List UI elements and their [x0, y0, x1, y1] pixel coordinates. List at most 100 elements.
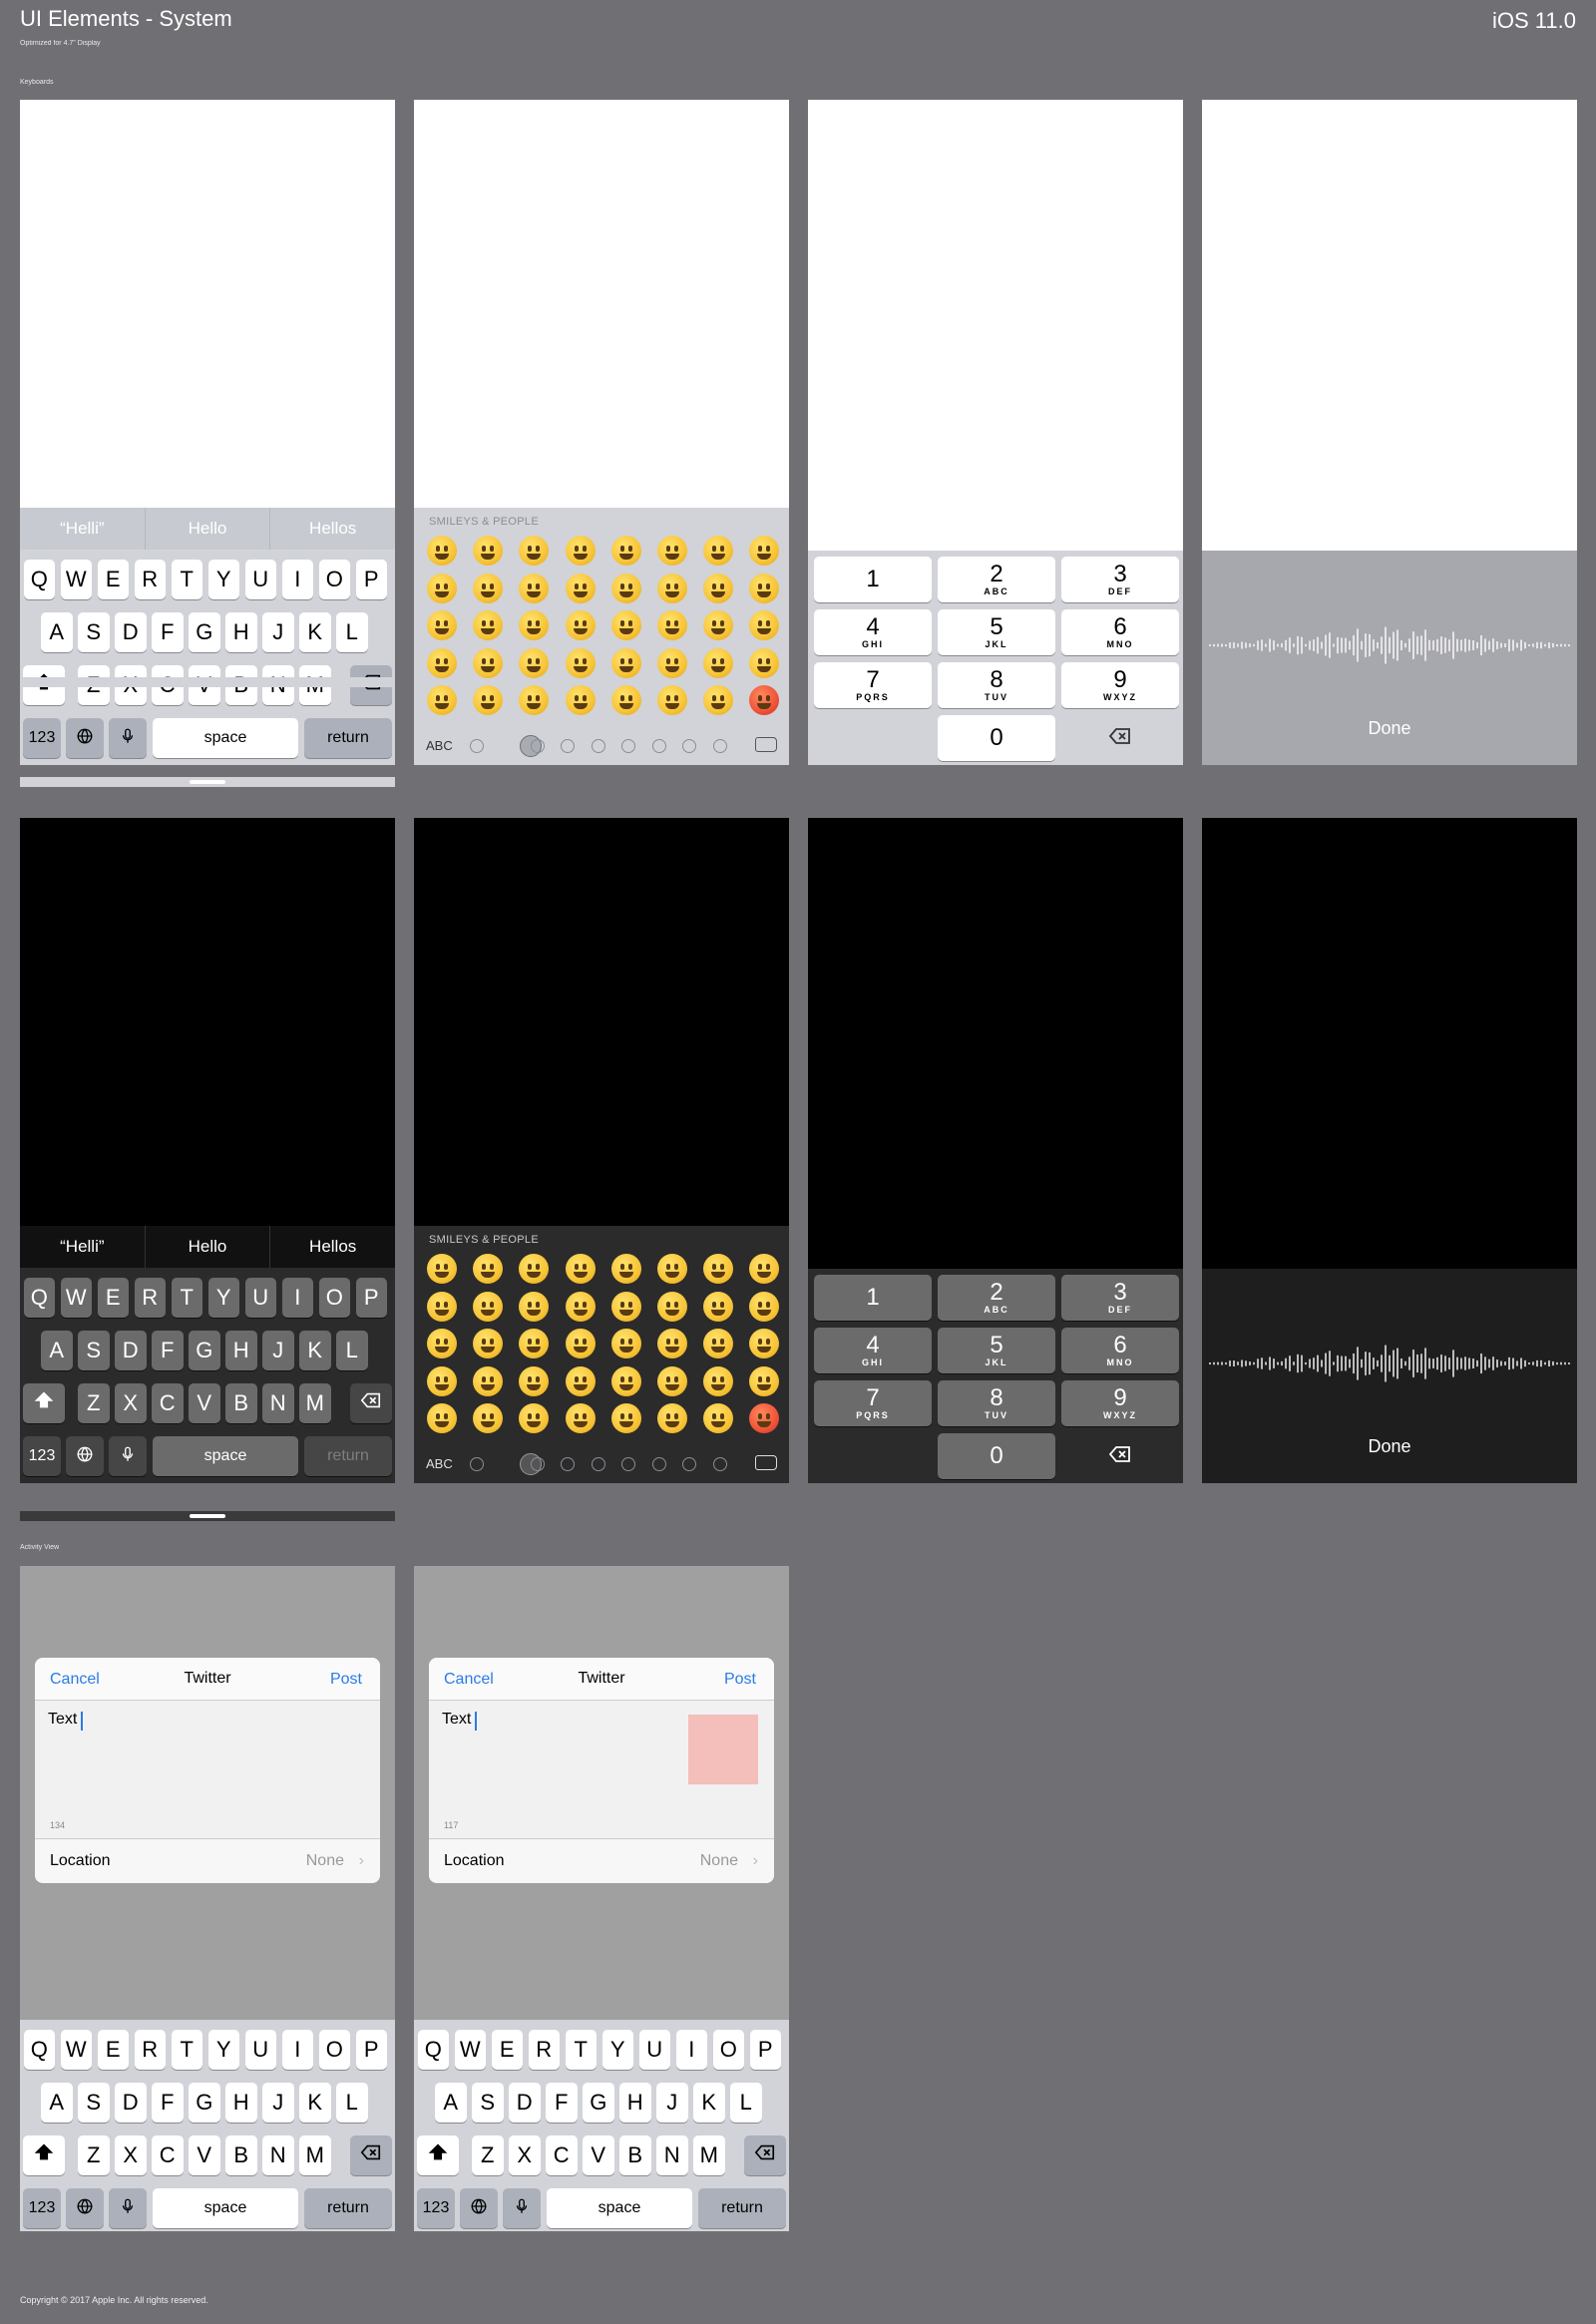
numpad-key-9[interactable]: 9 WXYZ — [1061, 1380, 1179, 1426]
emoji-key[interactable] — [657, 536, 687, 566]
numpad-key-9[interactable]: 9 WXYZ — [1061, 662, 1179, 708]
key-m[interactable]: M — [299, 2135, 331, 2175]
numpad-key-4[interactable]: 4 GHI — [814, 609, 932, 655]
numpad-key-7[interactable]: 7 PQRS — [814, 1380, 932, 1426]
emoji-key[interactable] — [565, 1365, 596, 1396]
key-j[interactable]: J — [262, 1331, 294, 1370]
key-a[interactable]: A — [41, 612, 73, 652]
key-i[interactable]: I — [675, 2030, 707, 2070]
emoji-key[interactable] — [519, 536, 550, 566]
key-y[interactable]: Y — [207, 560, 239, 599]
return-key[interactable]: return — [304, 718, 392, 758]
space-key[interactable]: space — [547, 2188, 692, 2228]
key-p[interactable]: P — [355, 2030, 387, 2070]
dictation-key[interactable] — [109, 1436, 147, 1476]
key-l[interactable]: L — [336, 1331, 368, 1370]
numpad-key-1[interactable]: 1 — [814, 1275, 932, 1321]
symbols-icon[interactable] — [681, 739, 696, 753]
key-a[interactable]: A — [41, 1331, 73, 1370]
emoji-key[interactable] — [749, 1291, 780, 1322]
space-key[interactable]: space — [153, 2188, 298, 2228]
emoji-key[interactable] — [703, 647, 734, 678]
emoji-key[interactable] — [610, 1329, 641, 1358]
location-row[interactable]: Location None › — [429, 1838, 774, 1882]
emoji-key[interactable] — [427, 573, 457, 603]
numpad-key-7[interactable]: 7 PQRS — [814, 662, 932, 708]
key-a[interactable]: A — [41, 2083, 73, 2123]
key-k[interactable]: K — [299, 612, 331, 652]
globe-key[interactable] — [66, 2188, 104, 2228]
emoji-key[interactable] — [427, 1329, 457, 1358]
key-n[interactable]: N — [656, 2135, 688, 2175]
emoji-key[interactable] — [473, 536, 504, 566]
emoji-key[interactable] — [473, 1254, 504, 1284]
emoji-key[interactable] — [473, 1365, 504, 1396]
space-key[interactable]: space — [153, 1436, 298, 1476]
emoji-key[interactable] — [657, 1403, 687, 1433]
key-y[interactable]: Y — [207, 2030, 239, 2070]
compose-text-area[interactable]: Text 134 — [35, 1701, 380, 1838]
key-s[interactable]: S — [78, 2083, 110, 2123]
key-e[interactable]: E — [491, 2030, 523, 2070]
emoji-key[interactable] — [703, 1403, 734, 1433]
numbers-key[interactable]: 123 — [23, 1436, 61, 1476]
delete-key[interactable] — [350, 1383, 392, 1423]
prediction-suggestion[interactable]: Hellos — [269, 508, 395, 550]
return-key[interactable]: return — [304, 1436, 392, 1476]
emoji-key[interactable] — [610, 685, 641, 715]
emoji-key[interactable] — [657, 573, 687, 603]
emoji-key[interactable] — [519, 573, 550, 603]
emoji-key[interactable] — [657, 685, 687, 715]
cancel-button[interactable]: Cancel — [50, 1671, 100, 1689]
key-c[interactable]: C — [152, 1383, 184, 1423]
key-c[interactable]: C — [546, 2135, 578, 2175]
emoji-key[interactable] — [657, 1254, 687, 1284]
dictation-key[interactable] — [109, 718, 147, 758]
key-q[interactable]: Q — [23, 1278, 55, 1318]
done-button[interactable]: Done — [1202, 718, 1577, 739]
emoji-key[interactable] — [610, 1403, 641, 1433]
emoji-key[interactable] — [473, 1403, 504, 1433]
key-l[interactable]: L — [336, 612, 368, 652]
key-n[interactable]: N — [262, 1383, 294, 1423]
location-row[interactable]: Location None › — [35, 1838, 380, 1882]
key-i[interactable]: I — [281, 1278, 313, 1318]
numpad-key-5[interactable]: 5 JKL — [938, 1328, 1055, 1373]
emoji-key[interactable] — [427, 610, 457, 640]
clock-icon[interactable] — [470, 1457, 484, 1471]
prediction-suggestion[interactable]: Hello — [144, 508, 270, 550]
key-e[interactable]: E — [97, 2030, 129, 2070]
key-t[interactable]: T — [565, 2030, 597, 2070]
cancel-button[interactable]: Cancel — [444, 1671, 494, 1689]
emoji-key[interactable] — [703, 573, 734, 603]
key-d[interactable]: D — [115, 1331, 147, 1370]
clock-icon[interactable] — [470, 739, 484, 753]
ball-icon[interactable] — [592, 739, 605, 753]
bulb-icon[interactable] — [652, 739, 666, 753]
key-s[interactable]: S — [78, 612, 110, 652]
emoji-key[interactable] — [610, 647, 641, 678]
key-j[interactable]: J — [262, 2083, 294, 2123]
numpad-key-6[interactable]: 6 MNO — [1061, 609, 1179, 655]
emoji-key[interactable] — [749, 1365, 780, 1396]
key-g[interactable]: G — [189, 1331, 220, 1370]
prediction-suggestion[interactable]: Hellos — [269, 1226, 395, 1268]
shift-key[interactable] — [417, 2135, 459, 2175]
animal-icon[interactable] — [531, 1457, 545, 1471]
key-s[interactable]: S — [472, 2083, 504, 2123]
numpad-key-0[interactable]: 0 — [938, 715, 1055, 761]
key-b[interactable]: B — [619, 2135, 651, 2175]
emoji-key[interactable] — [703, 1291, 734, 1322]
emoji-key[interactable] — [749, 536, 780, 566]
key-l[interactable]: L — [730, 2083, 762, 2123]
emoji-key[interactable] — [427, 1365, 457, 1396]
key-u[interactable]: U — [244, 2030, 276, 2070]
emoji-key[interactable] — [427, 1403, 457, 1433]
emoji-key[interactable] — [473, 685, 504, 715]
emoji-key[interactable] — [610, 536, 641, 566]
emoji-key[interactable] — [519, 647, 550, 678]
emoji-key[interactable] — [519, 1403, 550, 1433]
emoji-key[interactable] — [657, 1291, 687, 1322]
key-g[interactable]: G — [583, 2083, 614, 2123]
emoji-key[interactable] — [519, 685, 550, 715]
